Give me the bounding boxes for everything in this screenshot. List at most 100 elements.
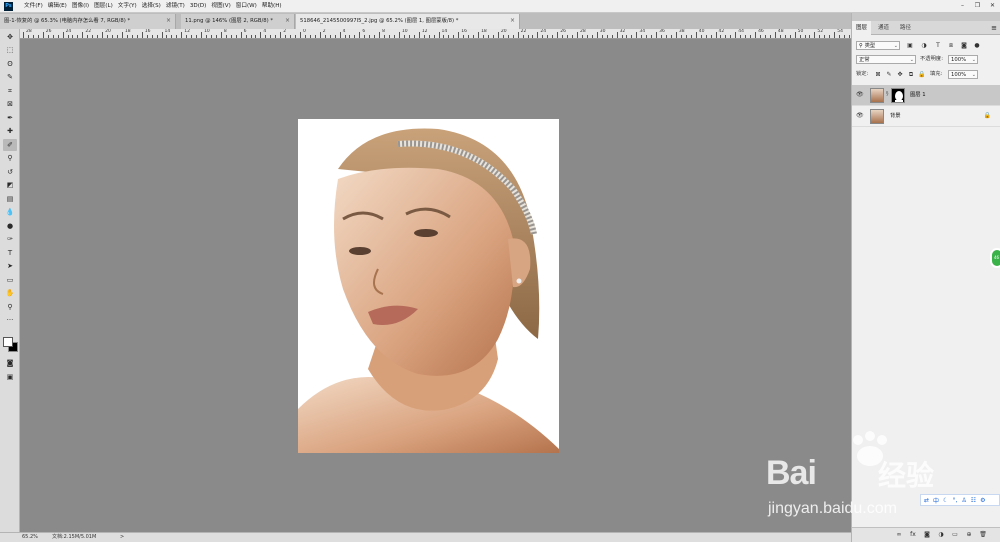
layer-thumbnail[interactable] xyxy=(870,109,884,124)
layer-name[interactable]: 图层 1 xyxy=(910,85,926,106)
panel-menu-icon[interactable]: ≡ xyxy=(991,21,997,35)
new-layer-icon[interactable]: ⊕ xyxy=(964,530,974,540)
menu-3d[interactable]: 3D(D) xyxy=(190,0,207,13)
type-icon[interactable]: T xyxy=(3,247,17,259)
adjustment-layer-icon[interactable]: ◑ xyxy=(936,530,946,540)
layer-name[interactable]: 背景 xyxy=(890,106,901,127)
zoom-icon[interactable]: ⚲ xyxy=(3,301,17,313)
lock-image-icon[interactable]: ✎ xyxy=(885,70,893,79)
layer-row[interactable]: 👁 § 图层 1 xyxy=(852,85,1000,106)
history-brush-icon[interactable]: ↺ xyxy=(3,166,17,178)
ruler-tick xyxy=(156,35,158,38)
crop-icon[interactable]: ⌗ xyxy=(3,85,17,97)
ruler-label: 40 xyxy=(698,29,705,34)
smart-object-filter-icon[interactable]: ◙ xyxy=(960,41,968,50)
lasso-icon[interactable]: ʘ xyxy=(3,58,17,70)
lock-all-icon[interactable]: 🔒 xyxy=(918,70,926,79)
link-icon[interactable]: § xyxy=(886,91,889,97)
menu-edit[interactable]: 编辑(E) xyxy=(48,0,67,13)
menu-view[interactable]: 视图(V) xyxy=(211,0,230,13)
tab-channels[interactable]: 通道 xyxy=(874,21,893,35)
lock-transparent-icon[interactable]: ⊠ xyxy=(874,70,882,79)
fx-icon[interactable]: fx xyxy=(908,530,918,540)
shape-filter-icon[interactable]: ⧈ xyxy=(947,41,955,50)
eye-icon[interactable]: 👁 xyxy=(856,112,864,119)
rectangle-icon[interactable]: ▭ xyxy=(3,274,17,286)
layer-row[interactable]: 👁 背景 🔒 xyxy=(852,106,1000,127)
tab-document-1[interactable]: 图-1-恢复的 @ 65.3% (电脑内存怎么看 7, RGB/8) * × xyxy=(0,14,176,29)
quick-mask-icon[interactable]: ◙ xyxy=(3,357,17,369)
menu-help[interactable]: 帮助(H) xyxy=(262,0,282,13)
blend-mode-select[interactable]: 正常 ⌄ xyxy=(856,55,916,64)
eye-icon[interactable]: 👁 xyxy=(856,91,864,98)
menu-select[interactable]: 选择(S) xyxy=(142,0,161,13)
close-icon[interactable]: × xyxy=(166,14,171,28)
menu-image[interactable]: 图像(I) xyxy=(72,0,89,13)
opacity-field[interactable]: 100% ⌄ xyxy=(948,55,978,64)
zoom-level[interactable]: 65.2% xyxy=(22,533,38,542)
more-icon[interactable]: ··· xyxy=(3,314,17,326)
horizontal-ruler[interactable]: 28 26 24 22 20 18 16 14 12 10 8 6 4 2 0 2 4 6 8 10 12 14 16 18 2… xyxy=(20,29,851,39)
adjustment-filter-icon[interactable]: ◑ xyxy=(920,41,928,50)
add-mask-icon[interactable]: ◙ xyxy=(922,530,932,540)
menu-type[interactable]: 文字(Y) xyxy=(118,0,137,13)
pen-icon[interactable]: ✑ xyxy=(3,233,17,245)
eyedropper-icon[interactable]: ✒ xyxy=(3,112,17,124)
blur-icon[interactable]: 💧 xyxy=(3,206,17,218)
minimize-icon[interactable]: – xyxy=(955,0,970,12)
screen-mode-icon[interactable]: ▣ xyxy=(3,371,17,383)
document-image[interactable] xyxy=(298,119,559,453)
close-icon[interactable]: × xyxy=(510,14,515,28)
panel-collapse-strip[interactable] xyxy=(852,13,1000,21)
stamp-icon[interactable]: ⚲ xyxy=(3,152,17,164)
pixel-filter-icon[interactable]: ▣ xyxy=(906,41,914,50)
tab-document-2[interactable]: 11.png @ 146% (图层 2, RGB/8) * × xyxy=(181,14,295,29)
menubar: Ps 文件(F) 编辑(E) 图像(I) 图层(L) 文字(Y) 选择(S) 滤… xyxy=(0,0,1000,13)
close-icon[interactable]: ✕ xyxy=(985,0,1000,12)
ruler-tick xyxy=(834,32,836,38)
frame-icon[interactable]: ⊠ xyxy=(3,98,17,110)
filter-toggle-icon[interactable]: ● xyxy=(973,41,981,50)
link-layers-icon[interactable]: ∞ xyxy=(894,530,904,540)
menu-window[interactable]: 窗口(W) xyxy=(236,0,257,13)
move-icon[interactable]: ✥ xyxy=(3,31,17,43)
type-filter-icon[interactable]: T xyxy=(934,41,942,50)
tab-document-3[interactable]: 518646_2145500997I5_2.jpg @ 65.2% (图层 1,… xyxy=(296,14,520,29)
lock-position-icon[interactable]: ✥ xyxy=(896,70,904,79)
restore-icon[interactable]: ❐ xyxy=(970,0,985,12)
menu-layer[interactable]: 图层(L) xyxy=(94,0,113,13)
ruler-tick xyxy=(408,35,410,38)
dodge-icon[interactable]: ● xyxy=(3,220,17,232)
lock-artboard-icon[interactable]: ⧉ xyxy=(907,70,915,79)
floating-badge[interactable]: 46 xyxy=(990,248,1000,268)
menu-filter[interactable]: 滤镜(T) xyxy=(166,0,185,13)
ruler-tick xyxy=(107,35,109,38)
healing-icon[interactable]: ✚ xyxy=(3,125,17,137)
path-select-icon[interactable]: ➤ xyxy=(3,260,17,272)
layer-mask-thumbnail[interactable] xyxy=(891,88,905,103)
marquee-icon[interactable]: ⬚ xyxy=(3,44,17,56)
canvas-area[interactable] xyxy=(20,39,851,532)
menu-file[interactable]: 文件(F) xyxy=(24,0,43,13)
gradient-icon[interactable]: ▤ xyxy=(3,193,17,205)
watermark-cn: 经验 xyxy=(878,459,935,492)
delete-layer-icon[interactable]: 🗑 xyxy=(978,530,988,540)
status-menu-arrow[interactable]: > xyxy=(120,533,124,542)
layer-thumbnail[interactable] xyxy=(870,88,884,103)
close-icon[interactable]: × xyxy=(285,14,290,28)
tab-paths[interactable]: 路径 xyxy=(896,21,915,35)
ruler-tick xyxy=(804,35,806,38)
brush-icon[interactable]: ✐ xyxy=(3,139,17,151)
fill-field[interactable]: 100% ⌄ xyxy=(948,70,978,79)
ruler-label: 8 xyxy=(223,29,227,34)
ruler-tick xyxy=(458,32,460,38)
ruler-tick xyxy=(542,35,544,38)
eraser-icon[interactable]: ◩ xyxy=(3,179,17,191)
group-icon[interactable]: ▭ xyxy=(950,530,960,540)
hand-icon[interactable]: ✋ xyxy=(3,287,17,299)
layer-filter-select[interactable]: ⚲ 类型 ⌄ xyxy=(856,41,900,50)
quick-select-icon[interactable]: ✎ xyxy=(3,71,17,83)
foreground-color-swatch[interactable] xyxy=(3,337,13,347)
ruler-label: 6 xyxy=(362,29,366,34)
tab-layers[interactable]: 图层 xyxy=(852,21,872,35)
